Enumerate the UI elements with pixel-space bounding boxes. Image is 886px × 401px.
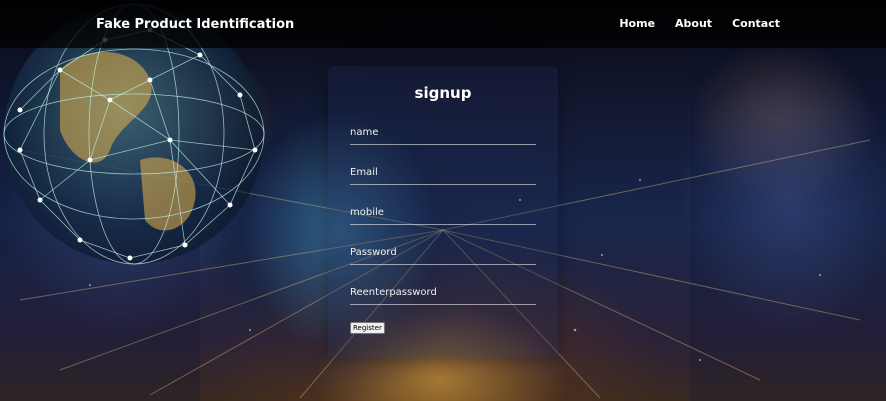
nav-links: Home About Contact: [619, 17, 780, 30]
nav-about-link[interactable]: About: [675, 17, 712, 30]
reenter-password-input[interactable]: [350, 280, 536, 305]
password-input[interactable]: [350, 240, 536, 265]
signup-form-card: signup Register: [328, 66, 558, 358]
mobile-input[interactable]: [350, 200, 536, 225]
top-navbar: Fake Product Identification Home About C…: [0, 0, 886, 48]
nav-contact-link[interactable]: Contact: [732, 17, 780, 30]
register-button[interactable]: Register: [350, 322, 385, 334]
name-input[interactable]: [350, 120, 536, 145]
nav-home-link[interactable]: Home: [619, 17, 655, 30]
email-input[interactable]: [350, 160, 536, 185]
brand-title: Fake Product Identification: [96, 17, 295, 32]
form-title: signup: [414, 84, 472, 102]
